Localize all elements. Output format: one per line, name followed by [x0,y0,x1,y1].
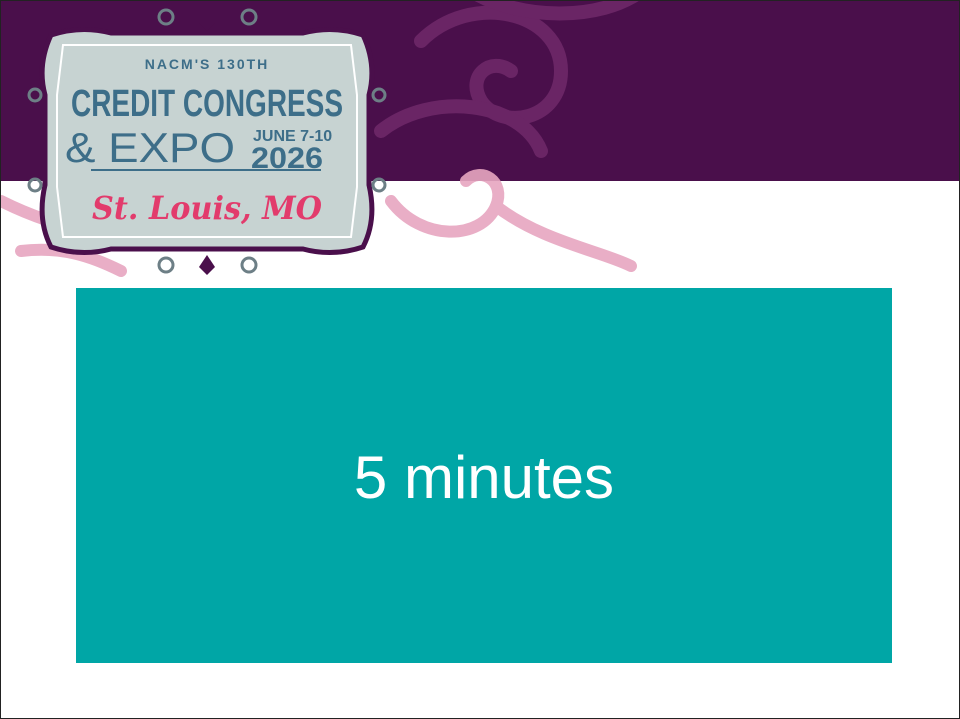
logo-kicker: NACM'S 130TH [145,56,270,72]
timer-panel: 5 minutes [76,288,892,663]
logo-location: St. Louis, MO [92,189,322,227]
slide: NACM'S 130TH CREDIT CONGRESS & EXPO JUNE… [0,0,960,719]
logo-year: 2026 [251,142,323,175]
logo-title-line2: & EXPO [65,124,235,171]
conference-logo: NACM'S 130TH CREDIT CONGRESS & EXPO JUNE… [27,8,387,275]
logo-title-line1: CREDIT CONGRESS [71,83,343,125]
timer-label: 5 minutes [353,443,615,511]
